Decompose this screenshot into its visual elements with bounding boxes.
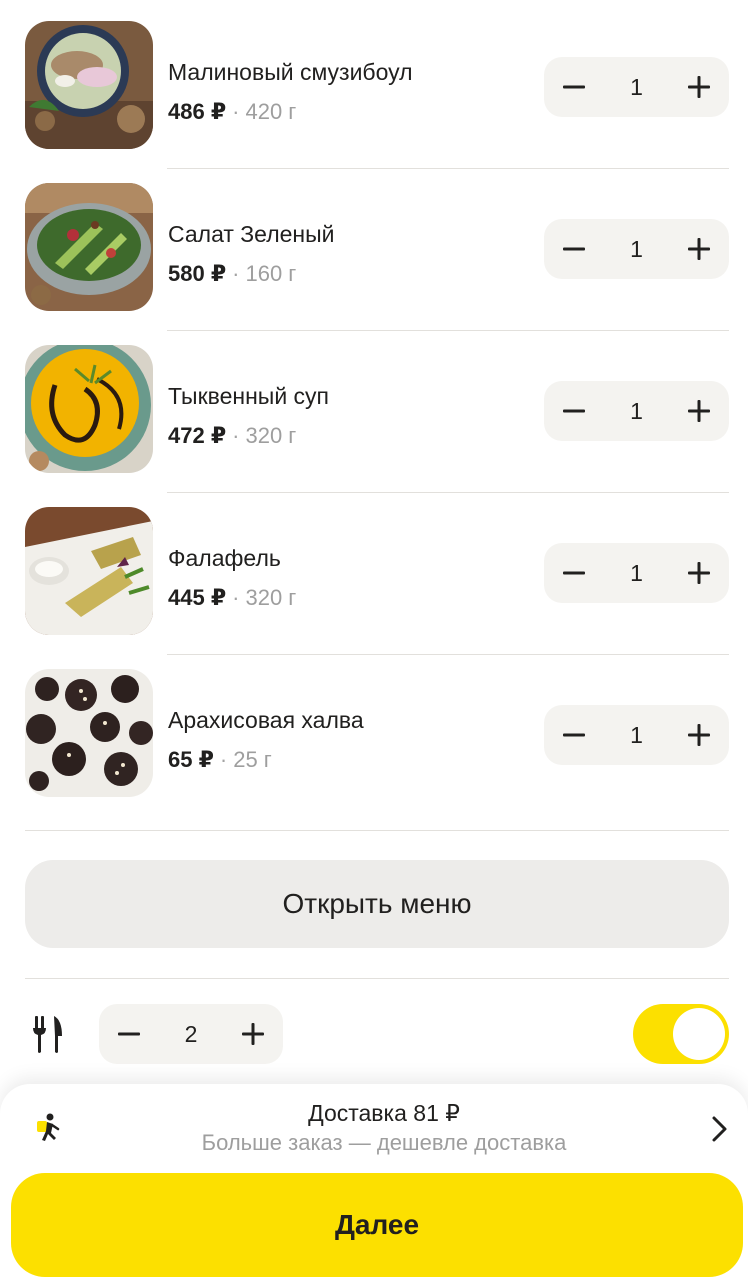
plus-icon (242, 1023, 264, 1045)
section-divider (25, 830, 729, 831)
increase-button[interactable] (669, 543, 729, 603)
toggle-knob (673, 1008, 725, 1060)
item-price: 445 ₽ (168, 585, 227, 610)
plus-icon (688, 724, 710, 746)
fork-knife-icon (33, 1016, 62, 1053)
quantity-stepper: 1 (544, 543, 729, 603)
meta-separator: · (232, 585, 240, 610)
peanut-halva-image (25, 669, 153, 797)
quantity-stepper: 1 (544, 219, 729, 279)
delivery-subtitle: Больше заказ — дешевле доставка (201, 1130, 567, 1155)
item-name: Фалафель (168, 545, 281, 571)
cutlery-toggle[interactable] (633, 1004, 729, 1064)
chevron-right-icon (712, 1116, 727, 1142)
item-weight: 320 г (245, 585, 297, 610)
minus-icon (563, 571, 585, 575)
quantity-value: 1 (630, 722, 643, 748)
quantity-value: 1 (630, 74, 643, 100)
item-name: Салат Зеленый (168, 221, 335, 247)
quantity-stepper: 1 (544, 381, 729, 441)
item-meta: 65 ₽ · 25 г (168, 747, 272, 773)
cart-item: Фалафель 445 ₽ · 320 г 1 (0, 491, 748, 653)
meta-separator: · (232, 99, 240, 124)
meta-separator: · (219, 747, 228, 772)
increase-button[interactable] (669, 57, 729, 117)
quantity-value: 1 (630, 560, 643, 586)
decrease-button[interactable] (544, 705, 604, 765)
meta-separator: · (232, 261, 240, 286)
minus-icon (563, 85, 585, 89)
green-salad-image (25, 183, 153, 311)
item-weight: 160 г (245, 261, 297, 286)
decrease-button[interactable] (544, 219, 604, 279)
item-price: 65 ₽ (168, 747, 214, 772)
delivery-title: Доставка 81 ₽ (308, 1100, 460, 1126)
minus-icon (118, 1032, 140, 1036)
item-name: Арахисовая халва (168, 707, 364, 733)
cart-item: Малиновый смузибоул 486 ₽ · 420 г 1 (0, 5, 748, 167)
quantity-value: 1 (630, 236, 643, 262)
decrease-button[interactable] (99, 1004, 159, 1064)
increase-button[interactable] (669, 705, 729, 765)
item-weight: 25 г (233, 747, 272, 772)
item-meta: 486 ₽ · 420 г (168, 99, 296, 125)
minus-icon (563, 733, 585, 737)
next-button[interactable]: Далее (11, 1173, 743, 1277)
minus-icon (563, 247, 585, 251)
plus-icon (688, 238, 710, 260)
increase-button[interactable] (223, 1004, 283, 1064)
item-meta: 580 ₽ · 160 г (168, 261, 296, 287)
item-name: Малиновый смузибоул (168, 59, 413, 85)
cutlery-quantity: 2 (184, 1021, 198, 1047)
plus-icon (688, 76, 710, 98)
pumpkin-soup-image (25, 345, 153, 473)
plus-icon (688, 400, 710, 422)
item-weight: 320 г (245, 423, 297, 448)
plus-icon (688, 562, 710, 584)
increase-button[interactable] (669, 381, 729, 441)
cart-item: Тыквенный суп 472 ₽ · 320 г 1 (0, 329, 748, 491)
decrease-button[interactable] (544, 543, 604, 603)
cart-item: Салат Зеленый 580 ₽ · 160 г 1 (0, 167, 748, 329)
quantity-value: 1 (630, 398, 643, 424)
smoothie-bowl-image (25, 21, 153, 149)
checkout-panel: Доставка 81 ₽ Больше заказ — дешевле дос… (0, 1084, 748, 1280)
open-menu-button[interactable]: Открыть меню (25, 860, 729, 948)
item-price: 580 ₽ (168, 261, 227, 286)
cart-item: Арахисовая халва 65 ₽ · 25 г 1 (0, 653, 748, 815)
increase-button[interactable] (669, 219, 729, 279)
falafel-image (25, 507, 153, 635)
item-price: 486 ₽ (168, 99, 227, 124)
decrease-button[interactable] (544, 381, 604, 441)
section-divider (25, 978, 729, 979)
meta-separator: · (232, 423, 240, 448)
item-name: Тыквенный суп (168, 383, 330, 409)
quantity-stepper: 1 (544, 57, 729, 117)
delivery-info-row[interactable]: Доставка 81 ₽ Больше заказ — дешевле дос… (0, 1084, 748, 1170)
minus-icon (563, 409, 585, 413)
item-meta: 445 ₽ · 320 г (168, 585, 296, 611)
quantity-stepper: 1 (544, 705, 729, 765)
cutlery-stepper: 2 (99, 1004, 283, 1064)
decrease-button[interactable] (544, 57, 604, 117)
item-weight: 420 г (245, 99, 297, 124)
item-meta: 472 ₽ · 320 г (168, 423, 296, 449)
item-price: 472 ₽ (168, 423, 227, 448)
